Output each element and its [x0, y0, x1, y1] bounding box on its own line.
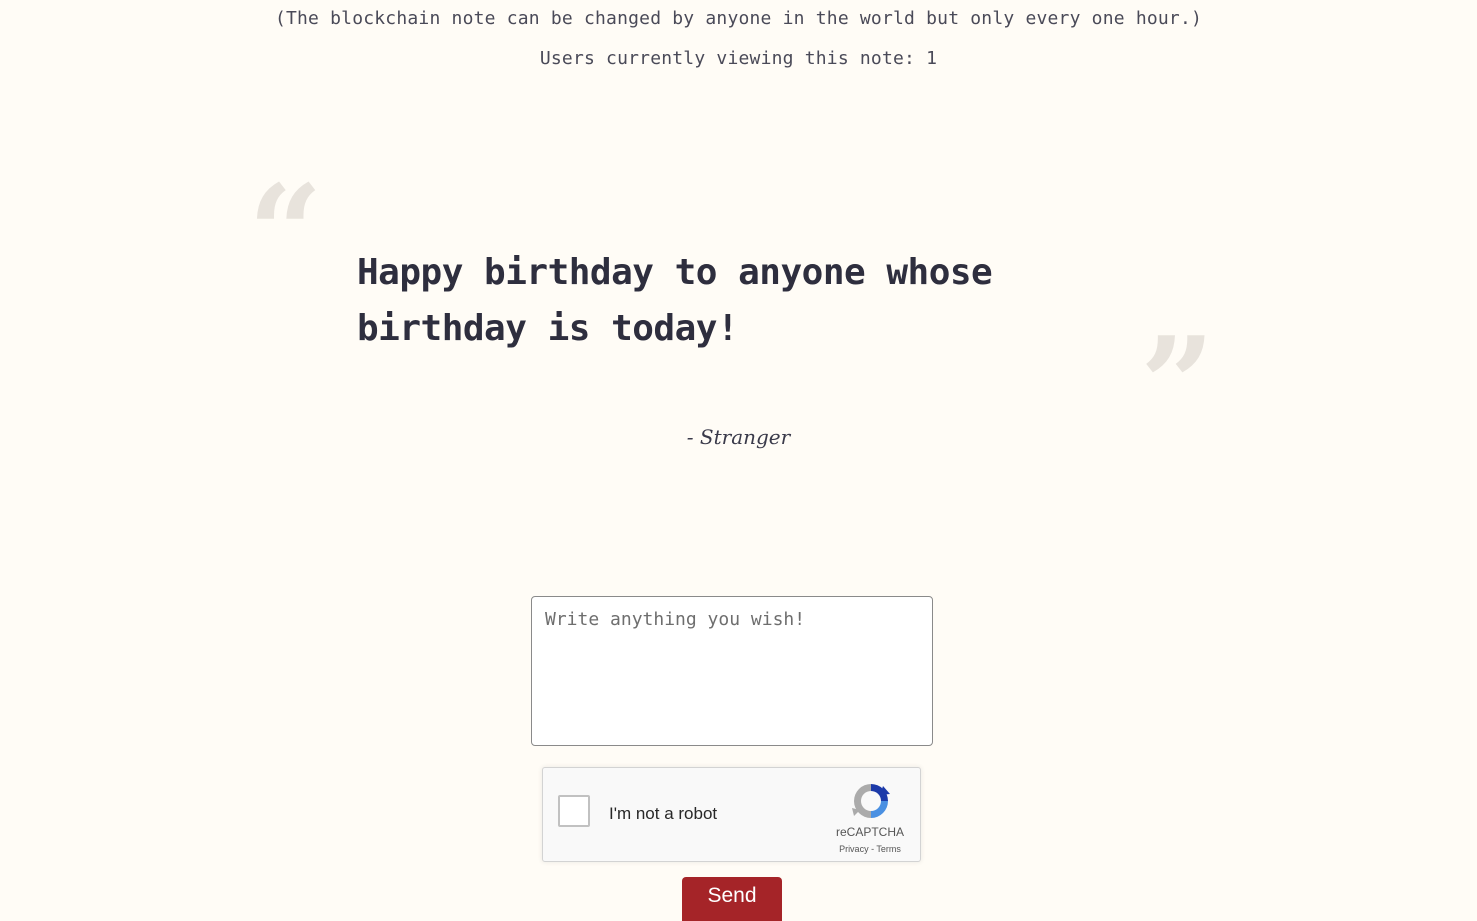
captcha-privacy-link[interactable]: Privacy — [839, 844, 869, 854]
captcha-terms-link[interactable]: Terms — [876, 844, 901, 854]
captcha-links: Privacy - Terms — [815, 844, 925, 854]
captcha-branding: reCAPTCHA Privacy - Terms — [815, 768, 925, 861]
captcha-label: I'm not a robot — [609, 804, 718, 823]
recaptcha-widget: I'm not a robot reCAPTCHA Privacy - Term… — [542, 767, 921, 862]
captcha-brand: reCAPTCHA — [835, 825, 904, 839]
open-quote-icon: “ — [248, 156, 323, 309]
recaptcha-icon — [852, 784, 890, 818]
note-author: - Stranger — [686, 425, 791, 449]
note-info-text: (The blockchain note can be changed by a… — [274, 8, 1203, 29]
note-text: Happy birthday to anyone whose birthday … — [357, 252, 993, 349]
captcha-checkbox[interactable] — [558, 795, 590, 827]
note-input[interactable] — [531, 596, 933, 746]
viewer-count: Users currently viewing this note: 1 — [539, 48, 938, 69]
send-button[interactable]: Send — [682, 877, 782, 921]
